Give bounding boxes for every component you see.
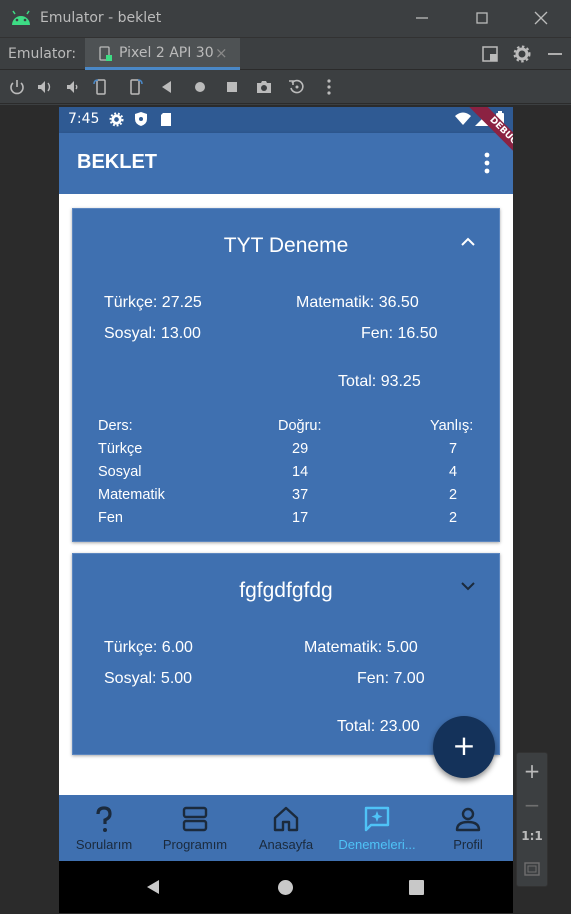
nav-item-denemelerim[interactable]: Denemeleri... — [332, 795, 422, 861]
app-title: BEKLET — [77, 151, 157, 173]
exam-card[interactable]: fgfgdfgfdg Türkçe: 6.00 Matematik: 5.00 … — [72, 553, 500, 755]
tab-label: Pixel 2 API 30 — [119, 45, 214, 61]
question-icon — [96, 806, 112, 832]
system-back-icon[interactable] — [145, 879, 161, 895]
table-cell-ders: Sosyal — [98, 464, 142, 480]
power-icon[interactable] — [8, 78, 26, 96]
table-header-ders: Ders: — [98, 418, 133, 434]
zoom-controls: + − 1:1 — [516, 752, 548, 887]
score-fen: Fen: 16.50 — [361, 325, 438, 342]
nav-item-programim[interactable]: Programım — [150, 795, 240, 861]
table-cell-dogru: 14 — [292, 464, 309, 480]
device-icon — [99, 46, 112, 61]
system-navigation-bar — [59, 861, 513, 913]
score-matematik: Matematik: 36.50 — [296, 294, 419, 311]
emulator-tabbar: Emulator: Pixel 2 API 30 × — [0, 37, 571, 70]
nav-label: Anasayfa — [258, 837, 314, 852]
exam-list[interactable]: TYT Deneme Türkçe: 27.25 Matematik: 36.5… — [59, 194, 513, 795]
sd-card-icon — [161, 113, 171, 126]
fit-screen-icon[interactable] — [524, 861, 540, 877]
chat-sparkle-icon — [364, 806, 390, 832]
person-icon — [455, 807, 481, 832]
signal-icon — [475, 112, 489, 126]
chevron-down-icon[interactable] — [460, 580, 476, 592]
score-fen: Fen: 7.00 — [357, 670, 425, 687]
close-icon[interactable] — [531, 8, 551, 28]
app-bar: BEKLET — [59, 133, 513, 194]
exam-title: fgfgdfgfdg — [239, 579, 333, 602]
exam-card[interactable]: TYT Deneme Türkçe: 27.25 Matematik: 36.5… — [72, 208, 500, 542]
rotate-right-icon[interactable] — [126, 78, 144, 96]
add-exam-button[interactable]: + — [433, 716, 495, 778]
nav-item-anasayfa[interactable]: Anasayfa — [241, 795, 331, 861]
nav-label: Profil — [453, 837, 483, 852]
gear-icon[interactable] — [513, 45, 531, 63]
rotate-left-icon[interactable] — [92, 78, 110, 96]
nav-label: Denemeleri... — [338, 837, 416, 852]
table-cell-ders: Fen — [98, 510, 123, 526]
table-cell-dogru: 17 — [292, 510, 309, 526]
emulator-toolbar — [0, 70, 571, 104]
camera-icon[interactable] — [255, 78, 273, 96]
nav-item-profil[interactable]: Profil — [423, 795, 513, 861]
score-turkce: Türkçe: 27.25 — [104, 294, 202, 311]
window-titlebar: Emulator - beklet — [0, 0, 571, 37]
zoom-actual-size-button[interactable]: 1:1 — [517, 829, 547, 843]
chevron-up-icon[interactable] — [460, 235, 476, 247]
volume-down-icon[interactable] — [64, 78, 82, 96]
home-button-icon[interactable] — [191, 78, 209, 96]
emulator-label: Emulator: — [8, 46, 77, 62]
bottom-navigation: Sorularım Programım Anasayfa Denemeleri.… — [59, 795, 513, 861]
score-sosyal: Sosyal: 5.00 — [104, 670, 193, 687]
layout-icon[interactable] — [481, 45, 499, 63]
score-turkce: Türkçe: 6.00 — [104, 639, 193, 656]
score-total: Total: 93.25 — [338, 373, 421, 390]
zoom-out-button[interactable]: − — [517, 793, 547, 817]
shield-icon — [135, 112, 147, 126]
window-title: Emulator - beklet — [40, 10, 162, 26]
hide-panel-icon[interactable] — [546, 45, 564, 63]
table-cell-yanlis: 2 — [449, 510, 458, 526]
maximize-icon[interactable] — [472, 8, 492, 28]
back-icon[interactable] — [158, 78, 176, 96]
table-cell-ders: Matematik — [98, 487, 165, 503]
tab-close-icon[interactable]: × — [215, 44, 228, 62]
android-icon — [12, 10, 30, 25]
minimize-icon[interactable] — [412, 8, 432, 28]
table-cell-dogru: 29 — [292, 441, 309, 457]
more-icon[interactable] — [320, 78, 338, 96]
table-header-dogru: Doğru: — [278, 418, 322, 434]
table-cell-yanlis: 7 — [449, 441, 458, 457]
settings-status-icon — [109, 112, 124, 127]
score-total: Total: 23.00 — [337, 718, 420, 735]
emulator-window: Emulator - beklet Emulator: Pixel 2 API … — [0, 0, 571, 914]
status-time: 7:45 — [68, 111, 100, 127]
score-sosyal: Sosyal: 13.00 — [104, 325, 201, 342]
wifi-icon — [455, 112, 471, 125]
home-icon — [273, 806, 299, 832]
table-cell-dogru: 37 — [292, 487, 309, 503]
phone-screen[interactable]: 7:45 BEKLET DEBUG TYT Deneme Türkçe: 27.… — [59, 107, 513, 913]
overview-icon[interactable] — [223, 78, 241, 96]
exam-title: TYT Deneme — [223, 234, 349, 257]
nav-label: Sorularım — [75, 837, 133, 852]
table-cell-yanlis: 2 — [449, 487, 458, 503]
zoom-in-button[interactable]: + — [517, 759, 547, 783]
grid-icon — [182, 806, 208, 832]
volume-up-icon[interactable] — [36, 78, 54, 96]
system-home-icon[interactable] — [277, 879, 294, 896]
overflow-menu-icon[interactable] — [479, 151, 495, 177]
table-cell-ders: Türkçe — [98, 441, 143, 457]
nav-label: Programım — [162, 837, 228, 852]
score-matematik: Matematik: 5.00 — [304, 639, 418, 656]
nav-item-sorularim[interactable]: Sorularım — [59, 795, 149, 861]
tab-pixel-2[interactable]: Pixel 2 API 30 × — [85, 38, 240, 70]
status-bar: 7:45 — [59, 107, 513, 133]
battery-icon — [496, 111, 504, 126]
snapshot-icon[interactable] — [288, 78, 306, 96]
plus-icon: + — [452, 729, 476, 762]
table-cell-yanlis: 4 — [449, 464, 458, 480]
system-recents-icon[interactable] — [409, 880, 424, 895]
table-header-yanlis: Yanlış: — [430, 418, 474, 434]
